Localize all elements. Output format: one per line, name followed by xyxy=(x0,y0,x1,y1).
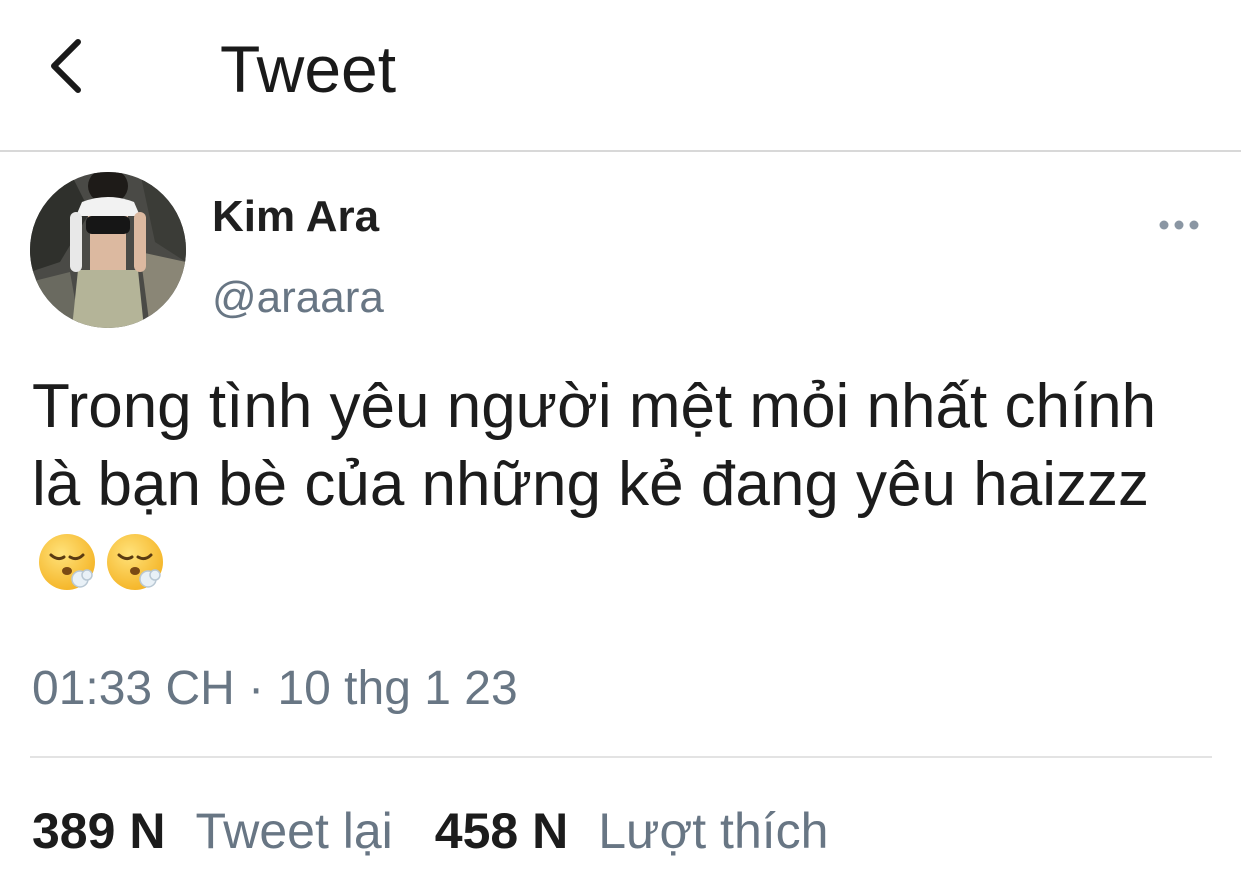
stats-divider xyxy=(30,756,1212,758)
face-exhaling-emoji xyxy=(39,534,95,590)
face-exhaling-emoji xyxy=(107,534,163,590)
user-handle[interactable]: @araara xyxy=(212,272,384,324)
more-options-button[interactable] xyxy=(1150,210,1210,240)
retweets-stat[interactable]: 389 N Tweet lại xyxy=(32,800,393,862)
emoji-group xyxy=(36,531,172,612)
tweet-text: Trong tình yêu người mệt mỏi nhất chính … xyxy=(32,368,1212,612)
retweets-count: 389 N xyxy=(32,803,166,859)
top-bar: Tweet xyxy=(0,0,1241,150)
likes-stat[interactable]: 458 N Lượt thích xyxy=(435,800,829,862)
likes-count: 458 N xyxy=(434,803,569,859)
tweet-body: Trong tình yêu người mệt mỏi nhất chính … xyxy=(32,372,1157,519)
back-button[interactable] xyxy=(40,30,100,102)
retweets-label: Tweet lại xyxy=(195,803,393,859)
page-title: Tweet xyxy=(220,32,397,106)
chevron-left-icon xyxy=(51,39,81,93)
tweet-timestamp: 01:33 CH · 10 thg 1 23 xyxy=(32,662,518,715)
header-divider xyxy=(0,150,1241,152)
likes-label: Lượt thích xyxy=(598,803,829,859)
more-horizontal-icon xyxy=(1159,220,1199,230)
display-name[interactable]: Kim Ara xyxy=(212,192,379,242)
avatar[interactable] xyxy=(30,172,186,328)
tweet-stats: 389 N Tweet lại 458 N Lượt thích xyxy=(32,800,828,862)
